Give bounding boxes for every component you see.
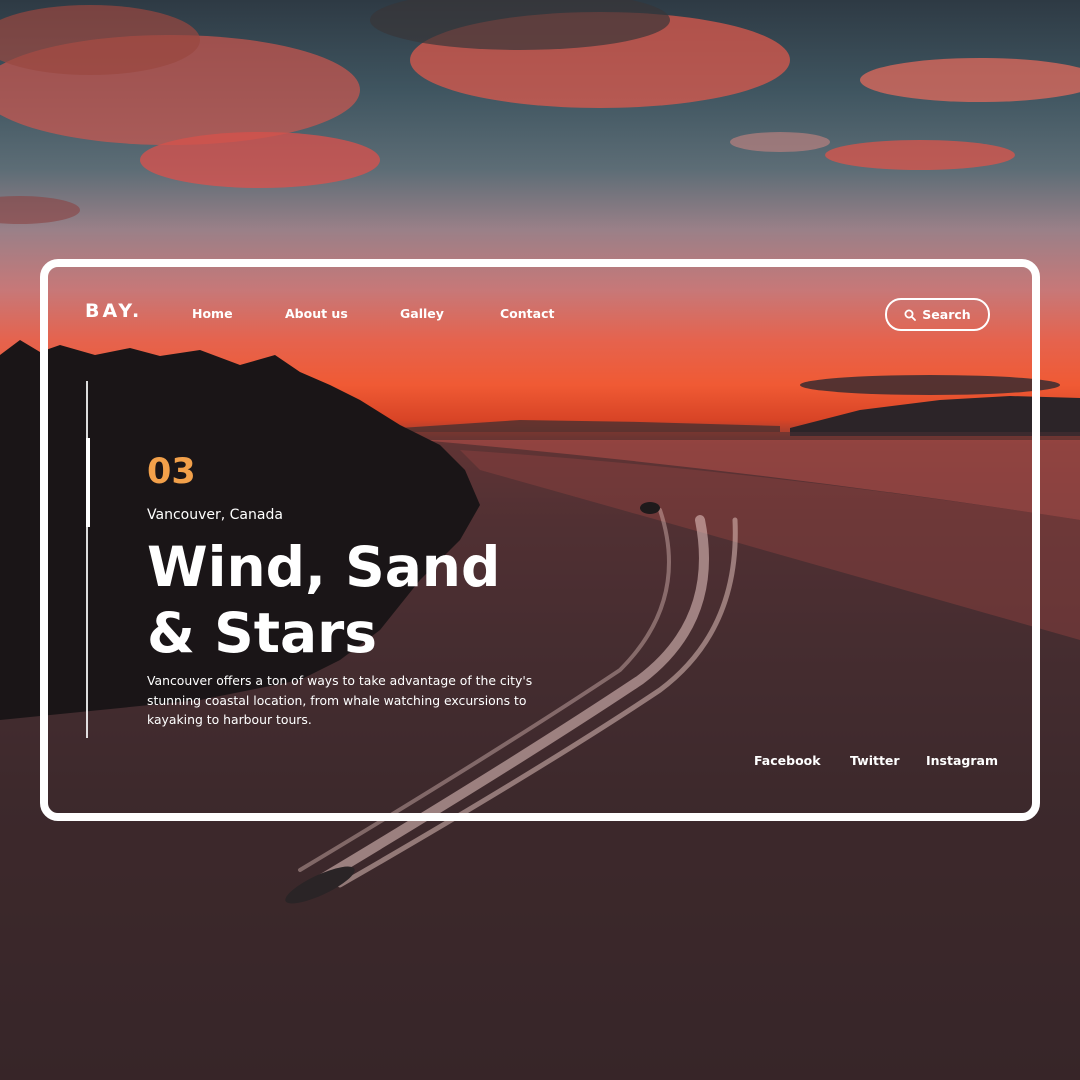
location-label: Vancouver, Canada [147,507,283,523]
slide-number: 03 [147,452,196,492]
hero-description: Vancouver offers a ton of ways to take a… [147,673,533,727]
page-title: Wind, Sand & Stars [147,534,567,666]
headline-line-2: & Stars [147,601,377,665]
sky-clouds [0,0,1080,224]
nav-home[interactable]: Home [192,306,233,321]
search-button[interactable]: Search [885,298,990,331]
instagram-link[interactable]: Instagram [926,753,998,768]
search-icon [904,309,917,321]
twitter-link[interactable]: Twitter [850,753,900,768]
facebook-link[interactable]: Facebook [754,753,821,768]
nav-galley[interactable]: Galley [400,306,444,321]
slide-progress-indicator[interactable] [86,438,90,527]
brand-logo[interactable]: BAY. [85,300,142,322]
nav-contact[interactable]: Contact [500,306,554,321]
slide-progress-track [86,381,88,738]
search-label: Search [922,307,971,322]
headline-line-1: Wind, Sand [147,535,501,599]
nav-about-us[interactable]: About us [285,306,348,321]
